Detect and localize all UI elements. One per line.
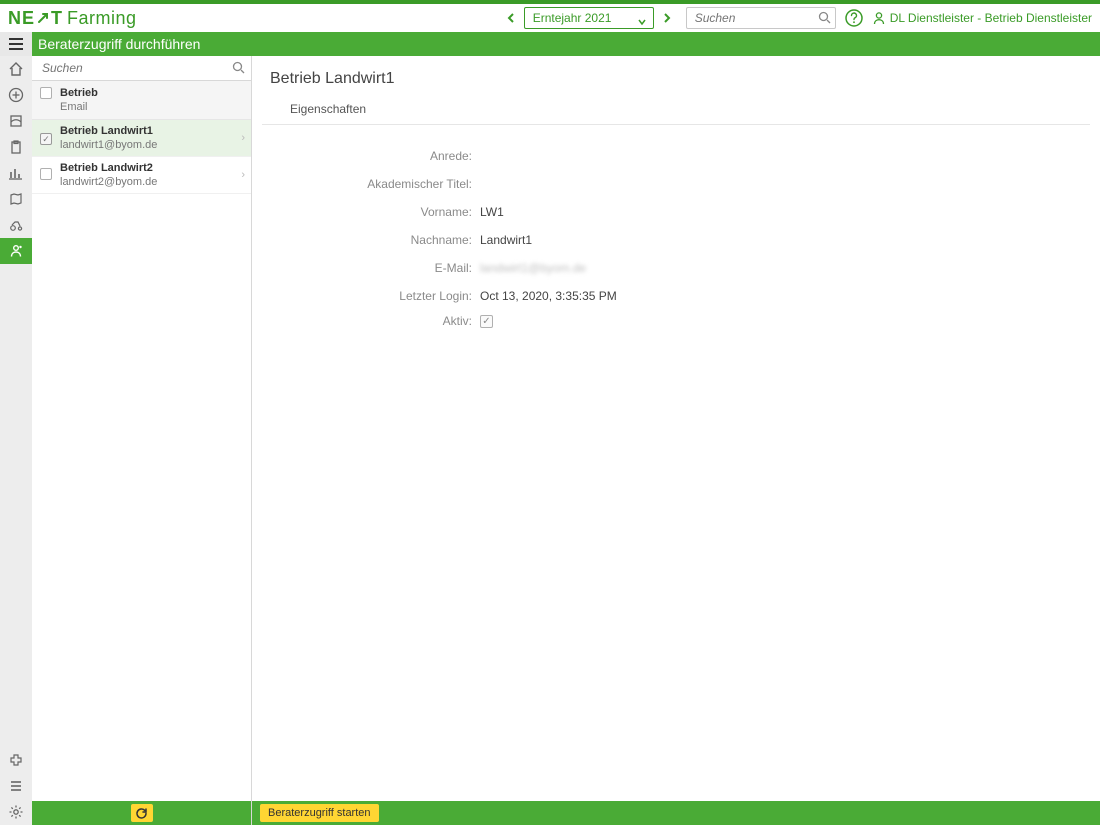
user-label: DL Dienstleister - Betrieb Dienstleister: [890, 11, 1092, 25]
top-bar: NE T Farming Erntejahr 2021 DL Dienstlei…: [0, 4, 1100, 32]
nav-add-icon[interactable]: [0, 82, 32, 108]
year-select[interactable]: Erntejahr 2021: [524, 7, 654, 29]
year-next-button[interactable]: [658, 9, 676, 27]
year-select-label: Erntejahr 2021: [533, 8, 612, 28]
label-email: E-Mail:: [270, 261, 480, 275]
label-nachname: Nachname:: [270, 233, 480, 247]
list-header: Betrieb Email: [32, 81, 251, 120]
section-title: Eigenschaften: [262, 96, 1090, 125]
active-checkbox: [480, 315, 493, 328]
nav-clipboard-icon[interactable]: [0, 134, 32, 160]
global-search-input[interactable]: [686, 7, 836, 29]
menu-toggle-button[interactable]: [0, 32, 32, 56]
nav-list-icon[interactable]: [0, 773, 32, 799]
value-nachname: Landwirt1: [480, 233, 532, 247]
value-login: Oct 13, 2020, 3:35:35 PM: [480, 289, 617, 303]
list-search-input[interactable]: [32, 56, 251, 80]
nav-rail: [0, 56, 32, 825]
detail-title: Betrieb Landwirt1: [252, 56, 1100, 96]
label-vorname: Vorname:: [270, 205, 480, 219]
label-login: Letzter Login:: [270, 289, 480, 303]
user-menu[interactable]: DL Dienstleister - Betrieb Dienstleister: [872, 11, 1092, 25]
year-navigation: Erntejahr 2021: [502, 7, 676, 29]
chevron-right-icon: ›: [241, 169, 245, 181]
label-titel: Akademischer Titel:: [270, 177, 480, 191]
list-header-primary: Betrieb: [60, 87, 98, 99]
nav-settings-icon[interactable]: [0, 799, 32, 825]
nav-home-icon[interactable]: [0, 56, 32, 82]
row-name: Betrieb Landwirt2: [60, 162, 157, 174]
row-checkbox[interactable]: [40, 133, 52, 145]
value-email: landwirt1@byom.de: [480, 261, 586, 275]
row-email: landwirt1@byom.de: [60, 139, 157, 151]
list-row[interactable]: Betrieb Landwirt1 landwirt1@byom.de ›: [32, 120, 251, 157]
list-panel: Betrieb Email Betrieb Landwirt1 landwirt…: [32, 56, 252, 825]
brand-text-2: T: [51, 8, 63, 29]
brand-logo: NE T Farming: [8, 8, 137, 29]
search-icon: [232, 61, 245, 77]
year-prev-button[interactable]: [502, 9, 520, 27]
label-anrede: Anrede:: [270, 149, 480, 163]
page-title: Beraterzugriff durchführen: [32, 36, 200, 52]
start-advisor-button[interactable]: Beraterzugriff starten: [260, 804, 379, 822]
title-bar: Beraterzugriff durchführen: [0, 32, 1100, 56]
brand-text-1: NE: [8, 8, 35, 29]
label-aktiv: Aktiv:: [270, 314, 480, 328]
brand-text-3: Farming: [67, 8, 137, 29]
row-name: Betrieb Landwirt1: [60, 125, 157, 137]
help-button[interactable]: [844, 8, 864, 28]
value-vorname: LW1: [480, 205, 504, 219]
nav-map-icon[interactable]: [0, 186, 32, 212]
list-footer: [32, 801, 251, 825]
list-header-secondary: Email: [60, 101, 98, 113]
properties-form: Anrede: Akademischer Titel: Vorname: LW1…: [252, 125, 1100, 366]
nav-chart-icon[interactable]: [0, 160, 32, 186]
list-row[interactable]: Betrieb Landwirt2 landwirt2@byom.de ›: [32, 157, 251, 194]
global-search: [686, 7, 836, 29]
chevron-down-icon: [637, 13, 647, 33]
user-icon: [872, 11, 886, 25]
list-search: [32, 56, 251, 81]
chevron-right-icon: ›: [241, 132, 245, 144]
row-checkbox[interactable]: [40, 168, 52, 180]
nav-advisor-icon[interactable]: [0, 238, 32, 264]
nav-machinery-icon[interactable]: [0, 212, 32, 238]
refresh-button[interactable]: [131, 804, 153, 822]
search-icon: [818, 11, 831, 27]
nav-field-icon[interactable]: [0, 108, 32, 134]
nav-plugin-icon[interactable]: [0, 747, 32, 773]
detail-footer: Beraterzugriff starten: [252, 801, 1100, 825]
detail-panel: Betrieb Landwirt1 Eigenschaften Anrede: …: [252, 56, 1100, 825]
brand-arrow-icon: [36, 11, 50, 25]
row-email: landwirt2@byom.de: [60, 176, 157, 188]
select-all-checkbox[interactable]: [40, 87, 52, 99]
